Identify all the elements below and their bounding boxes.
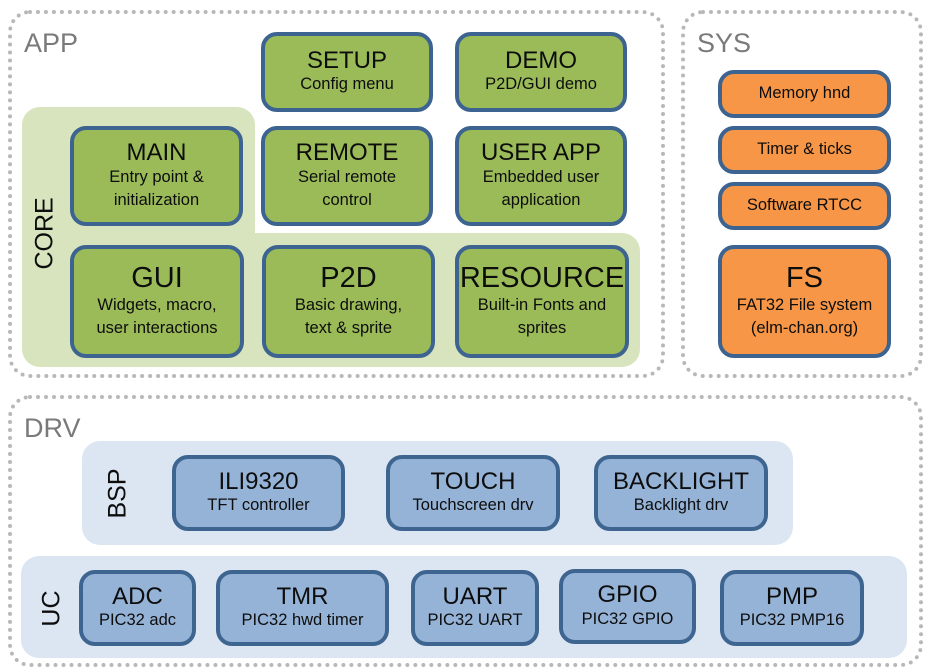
uart-desc: PIC32 UART	[427, 611, 523, 630]
gui-module[interactable]: GUI Widgets, macro, user interactions	[70, 245, 244, 358]
pmp-title: PMP	[765, 582, 818, 610]
remote-desc-line1: Serial remote	[297, 167, 397, 186]
touch-desc: Touchscreen drv	[412, 496, 534, 515]
tmr-desc: PIC32 hwd timer	[241, 611, 364, 630]
backlight-title: BACKLIGHT	[612, 467, 750, 495]
resource-desc-line1: Built-in Fonts and	[477, 296, 607, 315]
app-section-label: APP	[24, 28, 79, 58]
fs-module[interactable]: FS FAT32 File system (elm-chan.org)	[718, 245, 891, 358]
sys-section-label: SYS	[697, 28, 752, 58]
user-app-title: USER APP	[480, 138, 602, 166]
main-title: MAIN	[126, 138, 187, 166]
fs-desc-line1: FAT32 File system	[736, 296, 873, 315]
gui-desc-line2: user interactions	[96, 319, 218, 338]
backlight-module[interactable]: BACKLIGHT Backlight drv	[594, 455, 768, 531]
main-desc-line1: Entry point &	[109, 167, 204, 186]
ili9320-module[interactable]: ILI9320 TFT controller	[172, 455, 345, 531]
pmp-desc: PIC32 PMP16	[739, 611, 845, 630]
ili9320-desc: TFT controller	[207, 496, 310, 515]
ili9320-title: ILI9320	[218, 467, 299, 495]
setup-module[interactable]: SETUP Config menu	[261, 32, 433, 112]
setup-title: SETUP	[306, 46, 387, 74]
remote-module[interactable]: REMOTE Serial remote control	[261, 126, 433, 226]
p2d-module[interactable]: P2D Basic drawing, text & sprite	[262, 245, 435, 358]
drv-section-label: DRV	[24, 413, 81, 443]
tmr-title: TMR	[276, 582, 329, 610]
backlight-desc: Backlight drv	[633, 496, 729, 515]
demo-title: DEMO	[505, 46, 577, 74]
timer-module[interactable]: Timer & ticks	[718, 126, 891, 174]
remote-title: REMOTE	[295, 138, 399, 166]
uart-title: UART	[442, 582, 508, 610]
main-desc-line2: initialization	[113, 190, 200, 209]
adc-desc: PIC32 adc	[98, 611, 177, 630]
p2d-title: P2D	[320, 261, 377, 294]
p2d-desc-line2: text & sprite	[304, 319, 393, 338]
fs-desc-line2: (elm-chan.org)	[750, 319, 859, 338]
user-app-module[interactable]: USER APP Embedded user application	[455, 126, 627, 226]
pmp-module[interactable]: PMP PIC32 PMP16	[720, 570, 864, 646]
rtcc-label: Software RTCC	[746, 196, 863, 215]
rtcc-module[interactable]: Software RTCC	[718, 182, 891, 230]
touch-title: TOUCH	[430, 467, 516, 495]
gpio-module[interactable]: GPIO PIC32 GPIO	[559, 569, 696, 644]
gpio-title: GPIO	[597, 581, 658, 608]
user-app-desc-line2: application	[501, 190, 581, 209]
uc-label: UC	[37, 590, 66, 627]
bsp-label: BSP	[103, 468, 132, 519]
gpio-desc: PIC32 GPIO	[581, 609, 674, 628]
tmr-module[interactable]: TMR PIC32 hwd timer	[216, 570, 389, 646]
touch-module[interactable]: TOUCH Touchscreen drv	[386, 455, 560, 531]
resource-title: RESOURCE	[459, 261, 625, 294]
adc-title: ADC	[112, 582, 163, 610]
fs-title: FS	[785, 261, 824, 294]
memory-module[interactable]: Memory hnd	[718, 70, 891, 118]
demo-module[interactable]: DEMO P2D/GUI demo	[455, 32, 627, 112]
demo-desc: P2D/GUI demo	[485, 75, 597, 94]
memory-label: Memory hnd	[758, 84, 851, 103]
main-module[interactable]: MAIN Entry point & initialization	[70, 126, 243, 226]
adc-module[interactable]: ADC PIC32 adc	[79, 570, 196, 646]
resource-module[interactable]: RESOURCE Built-in Fonts and sprites	[455, 245, 629, 358]
setup-desc: Config menu	[300, 75, 394, 94]
user-app-desc-line1: Embedded user	[482, 167, 600, 186]
core-label: CORE	[30, 197, 59, 270]
gui-title: GUI	[131, 261, 183, 294]
resource-desc-line2: sprites	[517, 319, 567, 338]
p2d-desc-line1: Basic drawing,	[294, 296, 403, 315]
uart-module[interactable]: UART PIC32 UART	[411, 570, 539, 646]
gui-desc-line1: Widgets, macro,	[97, 296, 217, 315]
timer-label: Timer & ticks	[757, 140, 852, 159]
remote-desc-line2: control	[322, 190, 372, 209]
